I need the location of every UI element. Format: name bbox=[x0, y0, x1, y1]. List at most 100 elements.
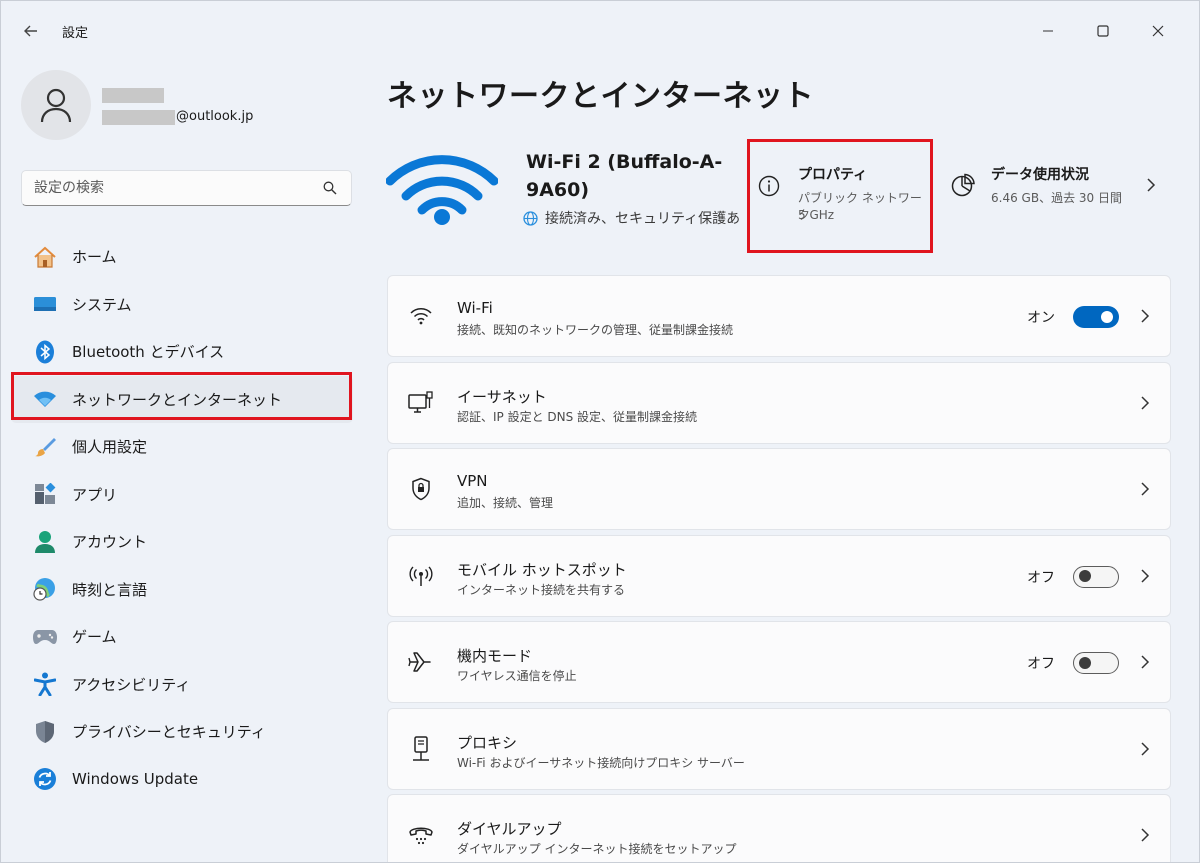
pie-chart-icon bbox=[951, 173, 975, 197]
search-icon bbox=[323, 181, 337, 195]
row-subtitle: 追加、接続、管理 bbox=[457, 496, 554, 510]
row-title: プロキシ bbox=[457, 733, 518, 752]
row-title: ダイヤルアップ bbox=[457, 820, 562, 838]
toggle-knob bbox=[1101, 311, 1113, 323]
sidebar-item-gaming[interactable]: ゲーム bbox=[11, 613, 353, 661]
account-icon bbox=[33, 530, 57, 554]
close-button[interactable] bbox=[1132, 11, 1184, 51]
airplane-mode-toggle[interactable] bbox=[1073, 652, 1119, 674]
person-icon bbox=[40, 88, 72, 123]
sidebar-item-label: システム bbox=[72, 295, 132, 314]
toggle-state-label: オン bbox=[1027, 310, 1055, 326]
sidebar-item-time-language[interactable]: 時刻と言語 bbox=[11, 566, 353, 614]
sidebar-item-windows-update[interactable]: Windows Update bbox=[11, 756, 353, 804]
sidebar-item-apps[interactable]: アプリ bbox=[11, 471, 353, 519]
apps-icon bbox=[33, 482, 57, 506]
red-highlight-box-network bbox=[11, 372, 352, 420]
wifi-toggle[interactable] bbox=[1073, 306, 1119, 328]
sidebar-item-label: Windows Update bbox=[72, 770, 199, 789]
maximize-button[interactable] bbox=[1077, 11, 1129, 51]
network-ssid: Wi-Fi 2 (Buffalo-A-9A60) bbox=[526, 151, 723, 201]
accessibility-icon bbox=[33, 672, 57, 697]
chevron-right-icon bbox=[1141, 568, 1150, 583]
row-title: Wi-Fi bbox=[457, 299, 493, 317]
chevron-right-icon bbox=[1147, 178, 1156, 192]
row-title: イーサネット bbox=[457, 387, 547, 406]
sidebar-item-bluetooth[interactable]: Bluetooth とデバイス bbox=[11, 328, 353, 376]
red-highlight-box-properties bbox=[747, 139, 933, 253]
connection-status-text: 接続済み、セキュリティ保護あ bbox=[545, 211, 741, 227]
maximize-icon bbox=[1097, 25, 1109, 37]
sidebar-item-accounts[interactable]: アカウント bbox=[11, 518, 353, 566]
sidebar-nav: ホーム システム Bluetooth とデバイス ネットワークとインターネット … bbox=[11, 233, 353, 803]
row-subtitle: Wi-Fi およびイーサネット接続向けプロキシ サーバー bbox=[457, 755, 745, 770]
chevron-right-icon bbox=[1141, 482, 1150, 496]
globe-icon bbox=[523, 210, 538, 226]
sidebar-item-label: 時刻と言語 bbox=[72, 580, 148, 599]
hotspot-toggle[interactable] bbox=[1073, 565, 1119, 588]
data-usage-link[interactable]: データ使用状況 6.46 GB、過去 30 日間 bbox=[951, 159, 1171, 219]
clock-globe-icon bbox=[33, 577, 57, 601]
toggle-state-label: オフ bbox=[1027, 569, 1055, 586]
dialup-icon bbox=[408, 822, 434, 848]
bluetooth-icon bbox=[33, 340, 57, 364]
row-proxy[interactable]: プロキシ Wi-Fi およびイーサネット接続向けプロキシ サーバー bbox=[387, 707, 1171, 790]
email-suffix: @outlook.jp bbox=[176, 109, 254, 124]
sidebar-item-label: アプリ bbox=[72, 485, 118, 504]
chevron-right-icon bbox=[1141, 395, 1150, 410]
home-icon bbox=[33, 245, 57, 269]
title-bar: 設定 bbox=[1, 1, 1199, 47]
minimize-icon bbox=[1043, 30, 1053, 32]
system-icon bbox=[33, 292, 57, 316]
row-ethernet[interactable]: イーサネット 認証、IP 設定と DNS 設定、従量制課金接続 bbox=[387, 361, 1171, 444]
page-title: ネットワークとインターネット bbox=[387, 79, 814, 114]
sidebar-item-accessibility[interactable]: アクセシビリティ bbox=[11, 661, 353, 709]
wifi-icon bbox=[408, 303, 434, 329]
app-title: 設定 bbox=[62, 26, 89, 41]
data-usage-summary: 6.46 GB、過去 30 日間 bbox=[991, 191, 1122, 205]
chevron-right-icon bbox=[1141, 828, 1150, 842]
row-mobile-hotspot[interactable]: モバイル ホットスポット インターネット接続を共有する オフ bbox=[387, 534, 1171, 617]
profile-card[interactable]: @outlook.jp bbox=[21, 70, 351, 142]
sidebar-item-system[interactable]: システム bbox=[11, 281, 353, 329]
toggle-knob bbox=[1079, 656, 1091, 669]
sidebar-item-label: アカウント bbox=[72, 533, 148, 552]
chevron-right-icon bbox=[1141, 741, 1150, 756]
row-vpn[interactable]: VPN 追加、接続、管理 bbox=[387, 448, 1171, 530]
row-dial-up[interactable]: ダイヤルアップ ダイヤルアップ インターネット接続をセットアップ bbox=[387, 794, 1171, 862]
gamepad-icon bbox=[33, 625, 57, 649]
sidebar-item-label: 個人用設定 bbox=[72, 438, 148, 457]
settings-window: 設定 @outlook.jp ホ bbox=[0, 0, 1200, 863]
vpn-shield-icon bbox=[408, 476, 434, 502]
sidebar-item-label: ゲーム bbox=[72, 628, 117, 647]
airplane-icon bbox=[408, 649, 434, 675]
shield-icon bbox=[33, 720, 57, 744]
sidebar-item-label: アクセシビリティ bbox=[72, 675, 191, 694]
row-subtitle: インターネット接続を共有する bbox=[457, 582, 626, 597]
redacted-user-name bbox=[102, 88, 164, 103]
back-button[interactable] bbox=[19, 19, 43, 43]
row-airplane-mode[interactable]: 機内モード ワイヤレス通信を停止 オフ bbox=[387, 621, 1171, 703]
brush-icon bbox=[33, 435, 57, 459]
avatar bbox=[21, 70, 91, 140]
update-icon bbox=[33, 767, 57, 791]
row-title: 機内モード bbox=[457, 647, 533, 665]
minimize-button[interactable] bbox=[1022, 11, 1074, 51]
hotspot-icon bbox=[408, 563, 434, 589]
sidebar-item-personalization[interactable]: 個人用設定 bbox=[11, 423, 353, 471]
chevron-right-icon bbox=[1141, 655, 1150, 669]
close-icon bbox=[1152, 25, 1164, 37]
row-subtitle: 認証、IP 設定と DNS 設定、従量制課金接続 bbox=[457, 409, 698, 424]
settings-search bbox=[21, 170, 352, 206]
data-usage-title: データ使用状況 bbox=[991, 167, 1089, 183]
sidebar-item-home[interactable]: ホーム bbox=[11, 233, 353, 281]
connection-status: 接続済み、セキュリティ保護あ bbox=[523, 208, 743, 228]
sidebar-item-privacy[interactable]: プライバシーとセキュリティ bbox=[11, 708, 353, 756]
toggle-state-label: オフ bbox=[1027, 656, 1055, 672]
arrow-left-icon bbox=[24, 25, 37, 37]
chevron-right-icon bbox=[1141, 309, 1150, 323]
sidebar-item-label: プライバシーとセキュリティ bbox=[72, 723, 266, 742]
sidebar-item-label: Bluetooth とデバイス bbox=[72, 343, 225, 362]
row-wifi[interactable]: Wi-Fi 接続、既知のネットワークの管理、従量制課金接続 オン bbox=[387, 275, 1171, 357]
search-input[interactable] bbox=[34, 173, 314, 203]
